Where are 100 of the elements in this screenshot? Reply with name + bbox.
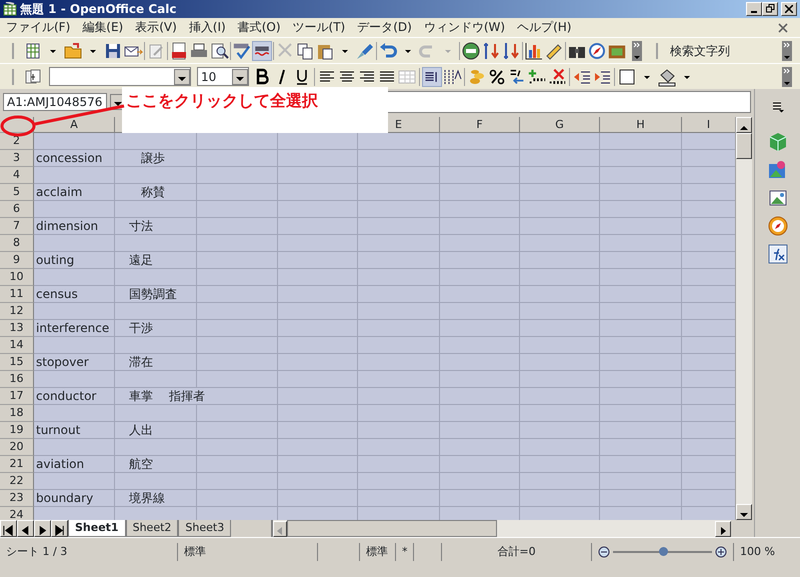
scroll-up-button[interactable] [736, 117, 752, 133]
menu-item[interactable]: ヘルプ(H) [511, 18, 578, 37]
table-cell: interference [34, 320, 115, 337]
minimize-button[interactable] [746, 2, 762, 16]
zoom-in-icon[interactable] [715, 546, 727, 558]
table-cell: 干渉 [115, 320, 197, 337]
column-header[interactable]: G [520, 117, 600, 133]
row-header[interactable]: 5 [0, 184, 34, 201]
delete-decimal-icon[interactable] [547, 66, 567, 86]
table-cell: stopover [34, 354, 115, 371]
close-icon [785, 4, 793, 13]
row-header[interactable]: 10 [0, 269, 34, 286]
column-header[interactable]: A [34, 117, 115, 133]
close-button[interactable] [781, 2, 797, 16]
percent-icon[interactable] [487, 66, 507, 86]
row-header[interactable]: 19 [0, 422, 34, 439]
menu-item[interactable]: ウィンドウ(W) [418, 18, 512, 37]
fill-bucket-icon[interactable] [657, 66, 677, 86]
table-cell: 遠足 [115, 252, 197, 269]
table-cell [682, 439, 735, 456]
add-decimal-icon[interactable] [527, 66, 547, 86]
slider-thumb[interactable] [658, 546, 668, 556]
menu-item[interactable]: データ(D) [351, 18, 418, 37]
compass-icon[interactable] [766, 215, 788, 237]
row-header[interactable]: 22 [0, 473, 34, 490]
table-cell [682, 371, 735, 388]
copy-icon[interactable] [295, 40, 315, 60]
table-cell [682, 184, 735, 201]
row-header[interactable]: 12 [0, 303, 34, 320]
table-cell: 国勢調査 [115, 286, 197, 303]
row-header[interactable]: 8 [0, 235, 34, 252]
compass-icon[interactable] [587, 40, 607, 60]
menu-item[interactable]: 挿入(I) [182, 18, 232, 37]
styles-icon[interactable] [23, 66, 43, 86]
sheet-tab[interactable]: Sheet2 [126, 520, 178, 537]
row-header[interactable]: 23 [0, 490, 34, 507]
font-name-field[interactable] [49, 67, 191, 86]
table-cell: 境界線 [115, 490, 197, 507]
table-cell: 航空 [115, 456, 197, 473]
next-sheet-button[interactable] [34, 520, 51, 537]
menu-item[interactable]: 書式(O) [232, 18, 287, 37]
row-header[interactable]: 11 [0, 286, 34, 303]
menu-item[interactable]: 表示(V) [129, 18, 183, 37]
wrap-text-icon[interactable] [422, 66, 442, 86]
table-cell [682, 133, 735, 150]
table-cell: acclaim [34, 184, 115, 201]
menu-item[interactable]: ツール(T) [286, 18, 352, 37]
sort-descending-icon[interactable] [501, 40, 521, 60]
folder-icon[interactable] [63, 40, 83, 60]
callout-tooltip: ここをクリックして全選択 [122, 87, 388, 133]
bar-chart-icon[interactable] [524, 40, 544, 60]
vertical-scrollbar[interactable] [735, 117, 752, 520]
menu-icon[interactable] [770, 101, 784, 113]
column-header[interactable]: H [600, 117, 682, 133]
table-cell [682, 388, 735, 405]
search-icon[interactable] [209, 40, 229, 60]
app-icon [3, 2, 17, 16]
row-header[interactable]: 18 [0, 405, 34, 422]
page-style: 標準 [178, 542, 318, 560]
first-sheet-button[interactable] [0, 520, 17, 537]
column-header[interactable]: F [440, 117, 520, 133]
borders-icon[interactable] [617, 66, 637, 86]
row-header[interactable]: 4 [0, 167, 34, 184]
spellcheck-icon[interactable] [232, 40, 252, 60]
scroll-down-button[interactable] [736, 504, 752, 520]
zoom-out-icon[interactable] [598, 546, 610, 558]
function-icon[interactable] [766, 243, 788, 265]
menu-item[interactable]: 編集(E) [76, 18, 130, 37]
row-header[interactable]: 7 [0, 218, 34, 235]
row-header[interactable]: 15 [0, 354, 34, 371]
name-box[interactable]: A1:AMJ1048576 [3, 92, 107, 110]
table-cell [682, 218, 735, 235]
last-sheet-button[interactable] [51, 520, 68, 537]
search-field[interactable]: 検索文字列 [670, 42, 730, 60]
row-header[interactable]: 14 [0, 337, 34, 354]
sheet-tab[interactable]: Sheet1 [68, 520, 126, 537]
row-header[interactable]: 21 [0, 456, 34, 473]
sheet-tab[interactable]: Sheet3 [178, 520, 232, 537]
row-header[interactable]: 16 [0, 371, 34, 388]
font-size-field[interactable]: 10 [197, 67, 249, 86]
horizontal-scrollbar[interactable] [271, 520, 732, 537]
row-header[interactable]: 3 [0, 150, 34, 167]
undo-icon[interactable] [378, 40, 398, 60]
sort-ascending-icon[interactable] [481, 40, 501, 60]
scroll-left-button[interactable] [273, 520, 288, 536]
restore-button[interactable] [762, 2, 778, 16]
row-header[interactable]: 9 [0, 252, 34, 269]
auto-spellcheck-icon[interactable] [252, 40, 272, 60]
table-cell: outing [34, 252, 115, 269]
table-cell [682, 490, 735, 507]
row-header[interactable]: 13 [0, 320, 34, 337]
row-header[interactable]: 6 [0, 201, 34, 218]
table-cell: 譲歩 [115, 150, 197, 167]
scroll-thumb[interactable] [287, 520, 498, 537]
pdf-icon[interactable] [169, 40, 189, 60]
row-header[interactable]: 20 [0, 439, 34, 456]
row-header[interactable]: 17 [0, 388, 34, 405]
previous-sheet-button[interactable] [17, 520, 34, 537]
column-header[interactable]: I [682, 117, 735, 133]
menu-item[interactable]: ファイル(F) [0, 18, 76, 37]
